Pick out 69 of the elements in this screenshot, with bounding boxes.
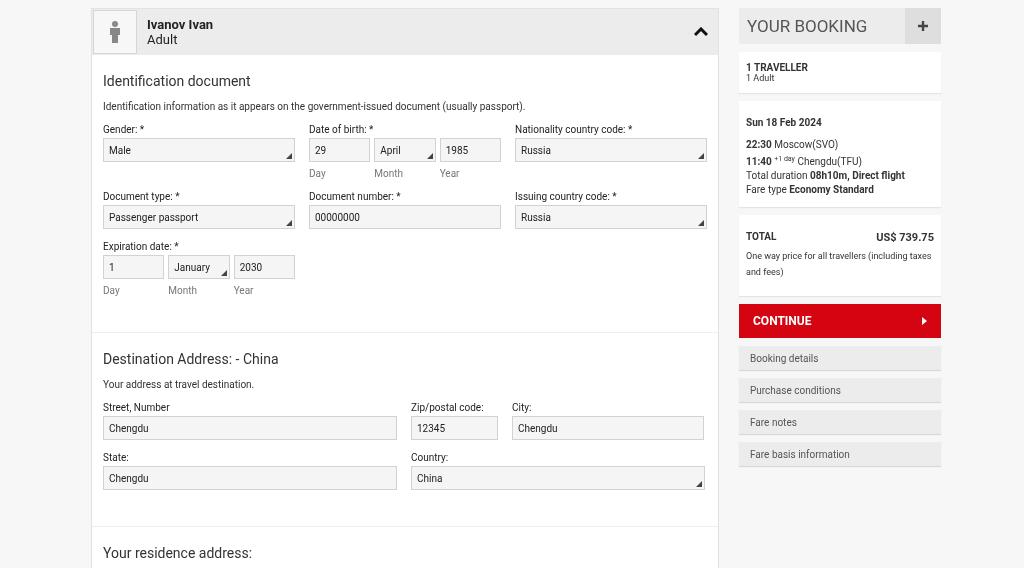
resize-corner-icon: [426, 153, 433, 159]
field-caption: Year: [233, 285, 255, 296]
traveller-name: Ivanov Ivan: [147, 17, 215, 32]
resize-corner-icon: [286, 220, 292, 226]
select-field[interactable]: China: [411, 466, 705, 490]
field-label: Date of birth: *: [309, 124, 375, 135]
field-caption: Month: [168, 285, 199, 296]
section-title: Identification document: [103, 73, 252, 89]
field-label: Expiration date: *: [103, 241, 180, 252]
field-label: Country:: [411, 452, 450, 463]
field-label: Issuing country code: *: [515, 191, 618, 202]
resize-corner-icon: [220, 270, 227, 276]
field-label: Zip/postal code:: [411, 402, 485, 413]
field-label: Document number: *: [309, 191, 402, 202]
select-field[interactable]: April: [374, 138, 436, 162]
field-label: City:: [512, 402, 533, 413]
travellers-detail: 1 Adult: [746, 73, 776, 83]
input-field[interactable]: 1: [103, 255, 165, 279]
plus-icon: [917, 20, 929, 32]
flight-line: Fare type Economy Standard: [746, 183, 875, 198]
section-title: Destination Address: - China: [103, 351, 280, 367]
resize-corner-icon: [698, 220, 704, 226]
total-price: US$ 739.75: [876, 231, 934, 245]
traveller-header[interactable]: Ivanov Ivan Adult: [92, 9, 718, 55]
field-label: Gender: *: [103, 124, 146, 135]
info-link[interactable]: Fare notes: [739, 410, 941, 435]
chevron-up-icon[interactable]: [694, 27, 708, 37]
total-note: One way price for all travellers (including taxes and fees): [746, 250, 933, 280]
traveller-type: Adult: [147, 32, 179, 47]
section-note: Identification information as it appears on the government-issued document (usually passport).: [103, 101, 527, 112]
section-note: Your address at travel destination.: [103, 379, 256, 390]
resize-corner-icon: [698, 153, 704, 159]
input-field[interactable]: 00000000: [309, 205, 501, 229]
field-caption: Month: [374, 168, 405, 179]
total-label: TOTAL: [746, 231, 777, 245]
flight-line: 11:40 $^{+1 day}$ Chengdu(TFU): [746, 154, 863, 170]
select-field[interactable]: Passenger passport: [103, 205, 295, 229]
flight-line: Total duration 08h10m, Direct flight: [746, 169, 906, 184]
input-field[interactable]: Chengdu: [512, 416, 704, 440]
input-field[interactable]: Chengdu: [103, 466, 397, 490]
field-caption: Year: [439, 168, 461, 179]
info-link[interactable]: Purchase conditions: [739, 378, 941, 403]
continue-button[interactable]: CONTINUE: [739, 304, 941, 339]
field-caption: Day: [103, 285, 121, 296]
select-field[interactable]: January: [168, 255, 230, 279]
field-caption: Day: [309, 168, 327, 179]
section-title: Your residence address:: [103, 545, 254, 561]
add-button[interactable]: [905, 8, 941, 44]
field-label: State:: [103, 452, 130, 463]
resize-corner-icon: [696, 481, 702, 487]
field-label: Street, Number: [103, 402, 171, 413]
info-link[interactable]: Booking details: [739, 346, 941, 371]
input-field[interactable]: 1985: [439, 138, 501, 162]
flight-line: 22:30 Moscow(SVO): [746, 138, 840, 152]
select-field[interactable]: Male: [103, 138, 295, 162]
resize-corner-icon: [286, 153, 292, 159]
arrow-right-icon: [922, 317, 927, 326]
input-field[interactable]: 29: [309, 138, 371, 162]
flight-date: Sun 18 Feb 2024: [746, 117, 823, 128]
input-field[interactable]: 12345: [411, 416, 498, 440]
travellers-title: 1 TRAVELLER: [746, 62, 809, 73]
input-field[interactable]: Chengdu: [103, 416, 397, 440]
select-field[interactable]: Russia: [515, 205, 707, 229]
info-link[interactable]: Fare basis information: [739, 442, 941, 467]
booking-title: YOUR BOOKING: [746, 16, 869, 36]
field-label: Nationality country code: *: [515, 124, 634, 135]
field-label: Document type: *: [103, 191, 181, 202]
select-field[interactable]: Russia: [515, 138, 707, 162]
input-field[interactable]: 2030: [233, 255, 295, 279]
